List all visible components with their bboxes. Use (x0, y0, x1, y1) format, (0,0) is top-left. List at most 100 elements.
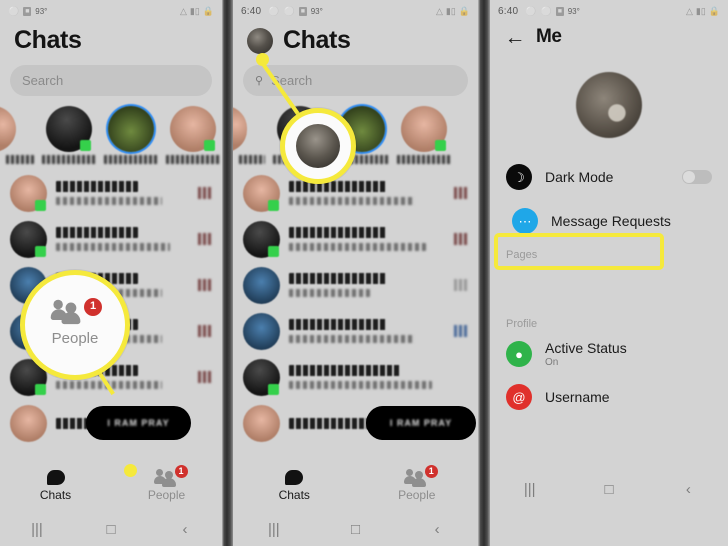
moon-icon: ☽ (506, 164, 532, 190)
chat-preview (289, 289, 371, 297)
story-item[interactable] (166, 106, 220, 164)
wifi-icon: △ (179, 5, 187, 16)
online-dot-icon (204, 140, 215, 151)
message-dots-icon: ⋯ (512, 208, 538, 234)
story-item[interactable] (0, 106, 34, 164)
redaction-bar: I RAM PRAY (86, 406, 191, 440)
tab-people-label: People (147, 488, 186, 502)
avatar (10, 404, 47, 442)
tab-chats[interactable]: Chats (0, 467, 111, 502)
story-name (6, 155, 34, 164)
chat-row[interactable] (0, 216, 222, 262)
clock-label: 6:40 (241, 5, 262, 17)
chat-row[interactable] (0, 170, 222, 216)
redaction-text: I RAM PRAY (389, 418, 453, 428)
story-name (42, 155, 96, 164)
panel-divider (222, 0, 233, 546)
tab-people[interactable]: 1 People (356, 465, 479, 502)
tab-chats-label: Chats (278, 488, 310, 502)
avatar (108, 106, 154, 152)
profile-avatar-callout[interactable] (280, 108, 356, 184)
chat-row[interactable] (233, 354, 478, 400)
section-header-profile: Profile (506, 318, 538, 330)
setting-row-username[interactable]: @ Username (490, 376, 728, 418)
profile-avatar-button[interactable] (247, 27, 273, 54)
section-header-pages: Pages (506, 249, 538, 261)
tab-chats[interactable]: Chats (233, 467, 356, 502)
photo-icon: ■ (298, 6, 307, 16)
status-bar-left: ⚪ ■ 93° △ ▮▯ 🔒 (0, 0, 222, 22)
temperature-label: 93° (310, 6, 323, 16)
chat-row[interactable] (233, 262, 478, 308)
panel-right-me: 6:40 ⚪ ⚪ ■ 93° △ ▮▯ 🔒 ← Me ☽ Dark Mode ⋯ (490, 0, 728, 546)
home-icon[interactable]: □ (74, 521, 148, 538)
recents-icon[interactable]: ||| (233, 521, 315, 538)
online-dot-icon (35, 245, 46, 257)
chat-meta (454, 325, 468, 337)
dark-mode-toggle[interactable] (682, 170, 712, 184)
back-icon[interactable]: ‹ (396, 521, 478, 538)
setting-row-message-requests[interactable]: ⋯ Message Requests (496, 200, 722, 242)
chat-name (289, 227, 386, 238)
do-not-disturb-icon: ⚪ (540, 5, 552, 16)
story-name (104, 155, 158, 164)
back-icon[interactable]: ‹ (148, 521, 222, 538)
status-bar-mid: 6:40 ⚪ ⚪ ■ 93° △ ▮▯ 🔒 (233, 0, 478, 22)
avatar (296, 124, 340, 168)
wifi-icon: △ (435, 5, 443, 16)
chat-name (56, 181, 139, 192)
clock-label: 6:40 (498, 5, 519, 17)
chat-preview (56, 243, 171, 251)
avatar (243, 312, 280, 350)
wifi-icon: △ (685, 5, 693, 16)
recents-icon[interactable]: ||| (490, 481, 569, 498)
setting-row-active-status[interactable]: ● Active Status On (490, 332, 728, 376)
temperature-label: 93° (567, 6, 580, 16)
chat-preview (56, 197, 163, 205)
story-name (166, 155, 220, 164)
chat-name (289, 181, 386, 192)
story-item[interactable] (104, 106, 158, 164)
profile-photo[interactable] (576, 72, 642, 138)
story-item[interactable] (42, 106, 96, 164)
page-title: Chats (14, 26, 82, 54)
mute-icon: ⚪ (268, 5, 280, 16)
stories-strip (233, 106, 478, 168)
tab-chats-label: Chats (39, 488, 72, 502)
setting-label: Username (545, 389, 610, 405)
arrow-left-icon[interactable]: ← (504, 27, 526, 48)
search-input[interactable]: Search (10, 65, 212, 96)
tab-people-label: People (398, 488, 436, 502)
chat-preview (289, 243, 427, 251)
online-dot-icon (268, 245, 279, 257)
temperature-label: 93° (35, 6, 48, 16)
avatar (401, 106, 447, 152)
avatar (46, 106, 92, 152)
status-bar-right: 6:40 ⚪ ⚪ ■ 93° △ ▮▯ 🔒 (490, 0, 728, 22)
lock-icon: 🔒 (202, 5, 214, 16)
story-item[interactable] (397, 106, 451, 164)
lock-icon: 🔒 (708, 5, 720, 16)
home-icon[interactable]: □ (315, 521, 397, 538)
people-tab-callout[interactable]: 1 People (20, 270, 130, 380)
chat-row[interactable] (233, 308, 478, 354)
online-dot-icon (35, 199, 46, 211)
chat-preview (289, 335, 414, 343)
story-item[interactable] (233, 106, 265, 164)
chat-meta (198, 325, 212, 337)
chat-name (289, 273, 386, 284)
chat-row[interactable] (233, 170, 478, 216)
back-icon[interactable]: ‹ (649, 481, 728, 498)
chat-meta (454, 187, 468, 199)
setting-label: Active Status (545, 340, 627, 356)
signal-icon: ▮▯ (189, 5, 200, 16)
avatar (243, 266, 280, 304)
recents-icon[interactable]: ||| (0, 521, 74, 538)
setting-row-dark-mode[interactable]: ☽ Dark Mode (490, 156, 728, 198)
chat-preview (289, 197, 414, 205)
home-icon[interactable]: □ (569, 481, 648, 498)
setting-label: Dark Mode (545, 169, 614, 185)
header-mid: Chats (233, 22, 478, 65)
chat-row[interactable] (233, 216, 478, 262)
do-not-disturb-icon: ⚪ (283, 5, 295, 16)
